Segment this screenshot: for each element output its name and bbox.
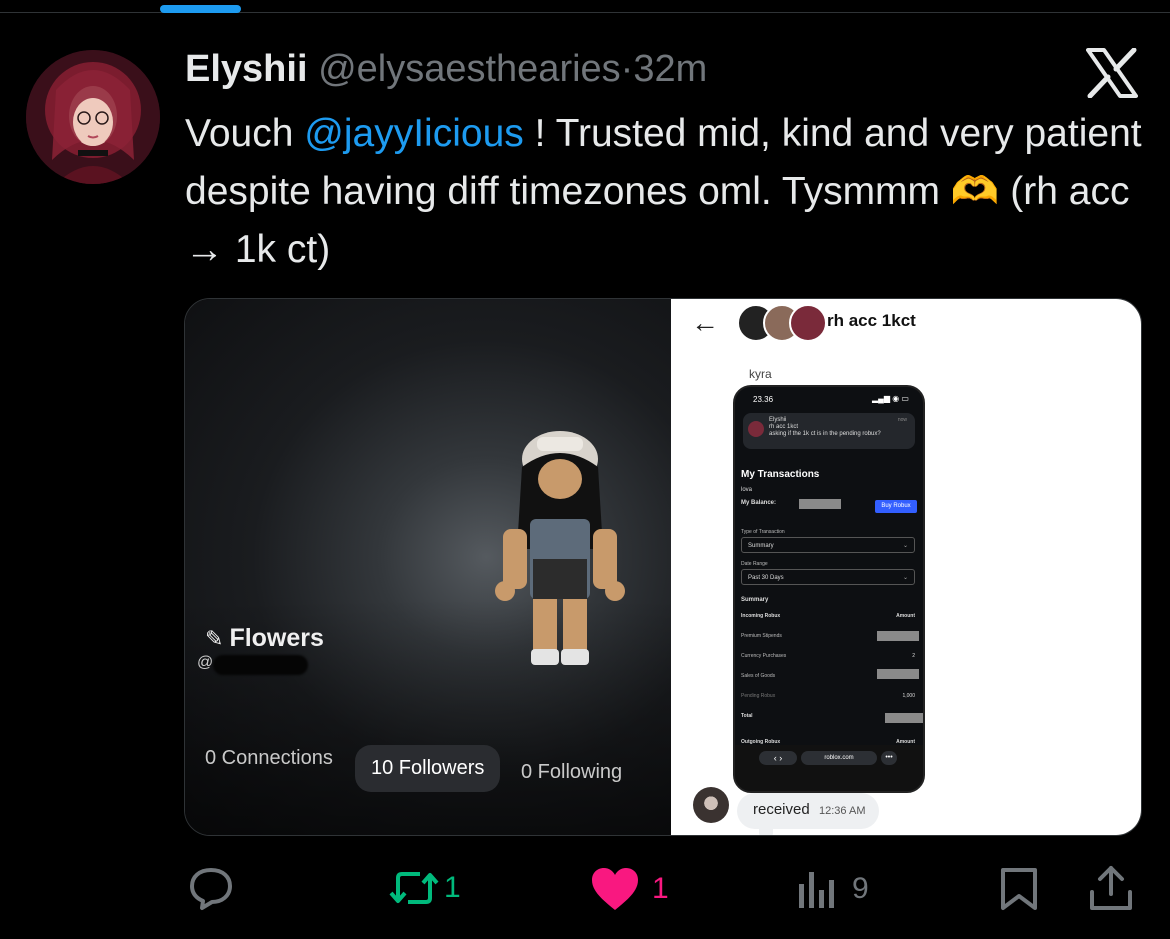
followers-count: 10 Followers [355,745,501,792]
roblox-profile-name: ✎ Flowers [205,624,324,653]
notification-text: Elyshii rh acc 1kct asking if the 1k ct … [769,417,881,438]
browser-bar: ‹ › roblox.com ••• [735,745,923,791]
summary-heading: Summary [741,597,769,603]
post-header: Elyshii @elysaesthearies·32m [185,48,707,91]
redaction-mark [877,631,919,641]
notification-banner: Elyshii rh acc 1kct asking if the 1k ct … [743,413,915,449]
status-time: 23.36 [753,395,774,404]
amount-header: Amount [896,613,915,619]
connections-count: 0 Connections [205,747,333,769]
share-button[interactable] [1088,864,1134,912]
range-select: Past 30 Days ⌄ [741,569,915,585]
message-bubble: received 12:36 AM [737,793,879,829]
repost-count: 1 [444,871,461,904]
like-button[interactable]: 1 [590,866,669,912]
message-time: 12:36 AM [819,805,866,817]
redaction-mark [885,713,923,723]
row-amount: 1,000 [902,693,915,699]
row-label: Pending Robux [741,693,776,699]
incoming-header: Incoming Robux Amount [741,613,915,619]
roblox-profile-name-text: Flowers [229,624,324,652]
like-count: 1 [652,872,669,905]
reply-icon [190,868,232,910]
post-text-prefix: Vouch [185,112,305,155]
views-button[interactable]: 9 [796,868,869,910]
notification-time: now [897,417,907,423]
repost-icon [389,872,439,904]
post-media[interactable]: ✎ Flowers @ 0 Connections 10 Followers 0 … [184,298,1142,836]
x-logo-icon[interactable] [1086,47,1138,99]
row-label: Premium Stipends [741,633,782,639]
browser-more-icon: ••• [881,751,897,765]
separator-dot: · [620,48,634,90]
roblox-profile-screenshot[interactable]: ✎ Flowers @ 0 Connections 10 Followers 0 … [185,299,671,835]
type-value: Summary [748,543,774,549]
chat-title: rh acc 1kct [827,311,916,330]
buy-robux-button: Buy Robux [875,500,917,513]
type-label: Type of Transaction [741,529,785,535]
redaction-mark [799,499,841,509]
row-amount: 2 [912,653,915,659]
redaction-mark [213,655,308,675]
tab-indicator [160,5,241,13]
action-bar: 1 1 9 [0,858,1170,918]
post-time[interactable]: 32m [633,48,707,90]
arrow-left-icon: ← [691,307,719,338]
dm-screenshot[interactable]: ← rh acc 1kct kyra 23.36 ▂▄▆ ◉ ▭ Elyshii… [671,299,1141,835]
share-icon [1090,866,1132,910]
notification-message: asking if the 1k ct is in the pending ro… [769,431,881,437]
views-count: 9 [852,872,869,905]
notification-subject: rh acc 1kct [769,424,799,430]
chevron-down-icon: ⌄ [902,575,908,581]
mention-link[interactable]: @jayyIicious [304,112,524,155]
phone-screenshot: 23.36 ▂▄▆ ◉ ▭ Elyshii rh acc 1kct asking… [733,385,925,793]
repost-button[interactable]: 1 [388,866,461,910]
user-handle[interactable]: @elysaesthearies [318,48,621,90]
post-text: Vouch @jayyIicious ! Trusted mid, kind a… [185,105,1155,279]
reaction-stub [759,829,773,835]
following-count: 0 Following [521,761,623,783]
redaction-mark [877,669,919,679]
display-name[interactable]: Elyshii [185,48,308,90]
transaction-row: Pending Robux 1,000 [741,693,915,699]
notification-name: Elyshii [769,417,787,423]
browser-nav-buttons: ‹ › [759,751,797,765]
sender-name: kyra [749,367,772,381]
roblox-handle: @ [197,654,214,671]
status-icons: ▂▄▆ ◉ ▭ [872,394,909,403]
roblox-avatar-figure [475,419,645,679]
pencil-icon: ✎ [205,626,224,651]
notification-avatar [748,421,764,437]
chevron-down-icon: ⌄ [902,543,908,549]
message-text: received [753,801,810,818]
balance-label: My Balance: [741,500,777,506]
range-label: Date Range [741,561,768,567]
row-label: Currency Purchases [741,653,787,659]
row-label: Sales of Goods [741,673,776,679]
roblox-username: lova [741,487,753,493]
type-select: Summary ⌄ [741,537,915,553]
range-value: Past 30 Days [748,575,784,581]
transactions-heading: My Transactions [741,469,820,480]
sender-avatar [693,787,729,823]
transaction-row: Currency Purchases 2 [741,653,915,659]
incoming-label: Incoming Robux [741,613,781,619]
browser-url: roblox.com [801,751,877,765]
row-label: Total [741,713,753,719]
views-chart-icon [799,872,834,908]
bookmark-icon [1001,868,1037,910]
reply-button[interactable] [188,866,244,912]
group-avatar-3 [789,304,827,342]
bookmark-button[interactable] [998,866,1040,912]
heart-icon [592,868,638,910]
author-avatar[interactable] [26,50,160,184]
